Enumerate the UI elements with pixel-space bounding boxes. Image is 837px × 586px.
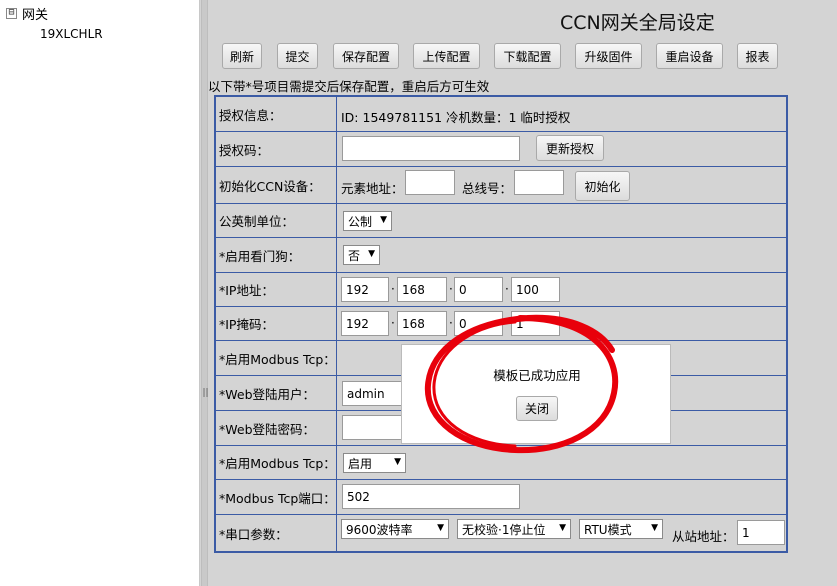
main-panel: CCN网关全局设定 刷新 提交 保存配置 上传配置 下载配置 升级固件 重启设备… <box>208 0 837 586</box>
element-addr-label: 元素地址： <box>341 181 404 196</box>
web-user-label: *Web登陆用户： <box>216 376 337 410</box>
init-ccn-label: 初始化CCN设备： <box>216 167 337 203</box>
ip-octet-2-input[interactable] <box>397 277 447 302</box>
ip-address-label: *IP地址： <box>216 273 337 306</box>
baud-rate-select[interactable]: 9600波特率 ▼ <box>341 519 449 539</box>
dropdown-arrow-icon: ▼ <box>559 523 566 533</box>
bus-number-input[interactable] <box>514 170 564 195</box>
restart-device-button[interactable]: 重启设备 <box>656 43 723 69</box>
units-select-value: 公制 <box>348 214 373 229</box>
page-title: CCN网关全局设定 <box>560 12 715 34</box>
report-button[interactable]: 报表 <box>737 43 778 69</box>
tree-node-gateway[interactable]: ⊟ 网关 <box>6 4 48 23</box>
settings-table: 授权信息： ID: 1549781151 冷机数量：1 临时授权 授权码： 更新… <box>214 95 788 553</box>
ip-mask-label: *IP掩码： <box>216 307 337 340</box>
tree-node-gateway-label[interactable]: 网关 <box>22 4 48 23</box>
row-units: 公英制单位： 公制 ▼ <box>216 204 786 238</box>
save-config-button[interactable]: 保存配置 <box>333 43 399 69</box>
web-password-label: *Web登陆密码： <box>216 411 337 445</box>
mask-octet-2-input[interactable] <box>397 311 447 336</box>
modbus-tcp-select[interactable]: 启用 ▼ <box>343 453 406 473</box>
row-ip-address: *IP地址： · · · <box>216 273 786 307</box>
tree-node-device[interactable]: 19XLCHLR <box>40 27 103 41</box>
row-watchdog: *启用看门狗： 否 ▼ <box>216 238 786 273</box>
update-auth-button[interactable]: 更新授权 <box>536 135 604 161</box>
upload-config-button[interactable]: 上传配置 <box>413 43 480 69</box>
download-config-button[interactable]: 下载配置 <box>494 43 561 69</box>
watchdog-select[interactable]: 否 ▼ <box>343 245 380 265</box>
tree-panel: ⊟ 网关 19XLCHLR <box>0 0 200 586</box>
element-addr-input[interactable] <box>405 170 455 195</box>
watchdog-label: *启用看门狗： <box>216 238 337 272</box>
ip-octet-3-input[interactable] <box>454 277 503 302</box>
modbus-tcp-enable-1-label: *启用Modbus Tcp： <box>216 341 337 375</box>
auth-code-label: 授权码： <box>216 132 337 166</box>
mode-value: RTU模式 <box>584 522 632 537</box>
slave-addr-label: 从站地址： <box>672 529 735 544</box>
modbus-tcp-enable-2-label: *启用Modbus Tcp： <box>216 446 337 479</box>
parity-select[interactable]: 无校验·1停止位 ▼ <box>457 519 571 539</box>
auth-info-value: ID: 1549781151 冷机数量：1 临时授权 <box>341 110 571 125</box>
ip-octet-1-input[interactable] <box>341 277 389 302</box>
watchdog-select-value: 否 <box>348 248 361 263</box>
dropdown-arrow-icon: ▼ <box>368 249 375 259</box>
baud-rate-value: 9600波特率 <box>346 522 413 537</box>
bus-number-label: 总线号： <box>462 181 513 196</box>
notice-text: 以下带*号项目需提交后保存配置，重启后方可生效 <box>208 79 490 94</box>
dropdown-arrow-icon: ▼ <box>394 457 401 467</box>
panel-splitter[interactable]: || <box>201 0 209 586</box>
modbus-port-label: *Modbus Tcp端口： <box>216 480 337 514</box>
mask-octet-1-input[interactable] <box>341 311 389 336</box>
units-select[interactable]: 公制 ▼ <box>343 211 392 231</box>
collapse-icon[interactable]: ⊟ <box>6 8 17 19</box>
upgrade-firmware-button[interactable]: 升级固件 <box>575 43 642 69</box>
close-button[interactable]: 关闭 <box>516 396 558 421</box>
dropdown-arrow-icon: ▼ <box>651 523 658 533</box>
dropdown-arrow-icon: ▼ <box>380 215 387 225</box>
dropdown-arrow-icon: ▼ <box>437 523 444 533</box>
modbus-port-input[interactable] <box>342 484 520 509</box>
row-modbus-port: *Modbus Tcp端口： <box>216 480 786 515</box>
refresh-button[interactable]: 刷新 <box>222 43 262 69</box>
parity-value: 无校验·1停止位 <box>462 522 546 537</box>
row-init-ccn: 初始化CCN设备： 元素地址： 总线号： 初始化 <box>216 167 786 204</box>
row-serial: *串口参数： 9600波特率 ▼ 无校验·1停止位 ▼ RTU模式 ▼ 从站地址… <box>216 515 786 551</box>
init-button[interactable]: 初始化 <box>575 171 630 201</box>
row-modbus-tcp-enable-2: *启用Modbus Tcp： 启用 ▼ <box>216 446 786 480</box>
mask-octet-3-input[interactable] <box>454 311 503 336</box>
slave-addr-input[interactable] <box>737 520 785 545</box>
ip-octet-4-input[interactable] <box>511 277 560 302</box>
units-label: 公英制单位： <box>216 204 337 237</box>
modbus-tcp-select-value: 启用 <box>348 456 373 471</box>
auth-info-label: 授权信息： <box>216 97 337 131</box>
success-dialog: 模板已成功应用 关闭 <box>401 344 671 444</box>
row-auth-info: 授权信息： ID: 1549781151 冷机数量：1 临时授权 <box>216 97 786 132</box>
row-ip-mask: *IP掩码： · · · <box>216 307 786 341</box>
row-auth-code: 授权码： 更新授权 <box>216 132 786 167</box>
submit-button[interactable]: 提交 <box>277 43 318 69</box>
serial-label: *串口参数： <box>216 515 337 551</box>
auth-code-input[interactable] <box>342 136 520 161</box>
mode-select[interactable]: RTU模式 ▼ <box>579 519 663 539</box>
mask-octet-4-input[interactable] <box>511 311 560 336</box>
dialog-message: 模板已成功应用 <box>493 368 581 383</box>
